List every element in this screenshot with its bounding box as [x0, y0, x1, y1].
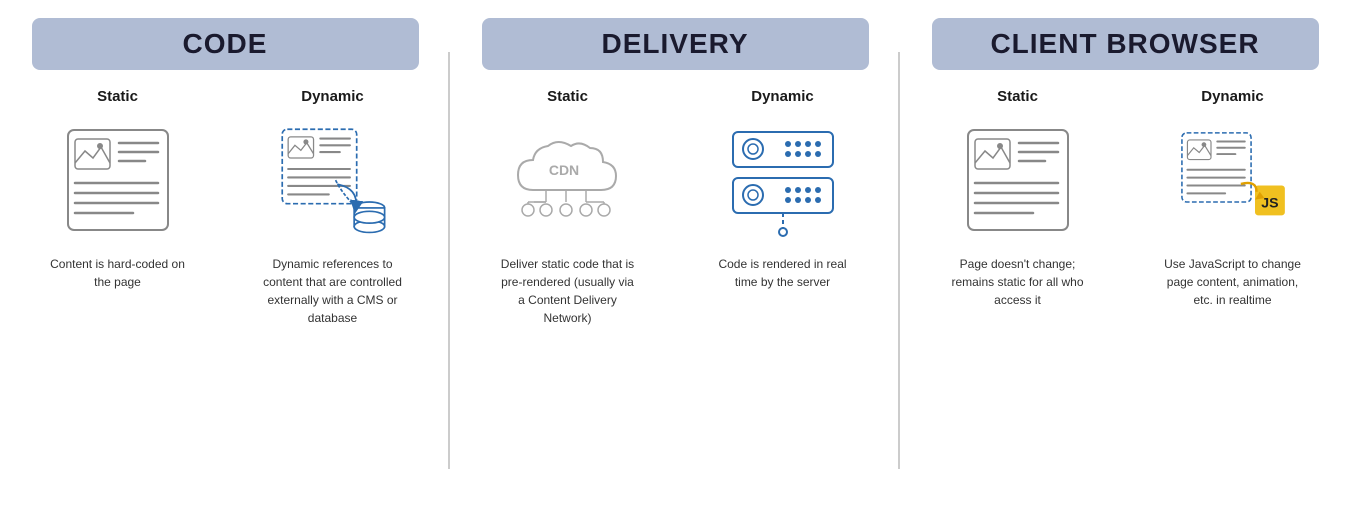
browser-static-icon	[953, 115, 1083, 245]
delivery-dynamic-label: Dynamic	[751, 88, 814, 105]
browser-dynamic-label: Dynamic	[1201, 88, 1264, 105]
browser-static-label: Static	[997, 88, 1038, 105]
delivery-static-col: Static CDN	[471, 88, 665, 503]
client-browser-section: CLIENT BROWSER Static	[900, 0, 1350, 521]
browser-dynamic-desc: Use JavaScript to change page content, a…	[1163, 255, 1303, 309]
svg-text:CDN: CDN	[548, 162, 578, 178]
code-title: CODE	[183, 28, 268, 59]
delivery-title: DELIVERY	[602, 28, 749, 59]
client-browser-header: CLIENT BROWSER	[932, 18, 1319, 70]
delivery-static-desc: Deliver static code that is pre-rendered…	[498, 255, 638, 327]
code-dynamic-label: Dynamic	[301, 88, 364, 105]
client-browser-columns: Static Pa	[910, 88, 1340, 503]
code-columns: Static	[10, 88, 440, 503]
delivery-static-label: Static	[547, 88, 588, 105]
code-static-col: Static	[21, 88, 215, 503]
client-browser-title: CLIENT BROWSER	[990, 28, 1259, 59]
browser-dynamic-icon: JS	[1168, 115, 1298, 245]
code-header: CODE	[32, 18, 419, 70]
delivery-header: DELIVERY	[482, 18, 869, 70]
delivery-dynamic-desc: Code is rendered in real time by the ser…	[713, 255, 853, 291]
code-section: CODE Static	[0, 0, 450, 521]
code-dynamic-icon	[268, 115, 398, 245]
code-static-label: Static	[97, 88, 138, 105]
delivery-static-icon: CDN	[503, 115, 633, 245]
delivery-dynamic-col: Dynamic	[686, 88, 880, 503]
code-static-desc: Content is hard-coded on the page	[48, 255, 188, 291]
code-dynamic-col: Dynamic	[236, 88, 430, 503]
delivery-section: DELIVERY Static CDN	[450, 0, 900, 521]
code-dynamic-desc: Dynamic references to content that are c…	[263, 255, 403, 327]
browser-dynamic-col: Dynamic	[1136, 88, 1330, 503]
delivery-columns: Static CDN	[460, 88, 890, 503]
main-container: CODE Static	[0, 0, 1350, 521]
delivery-dynamic-icon	[718, 115, 848, 245]
browser-static-desc: Page doesn't change; remains static for …	[948, 255, 1088, 309]
code-static-icon	[53, 115, 183, 245]
svg-text:JS: JS	[1261, 195, 1278, 211]
browser-static-col: Static Pa	[921, 88, 1115, 503]
